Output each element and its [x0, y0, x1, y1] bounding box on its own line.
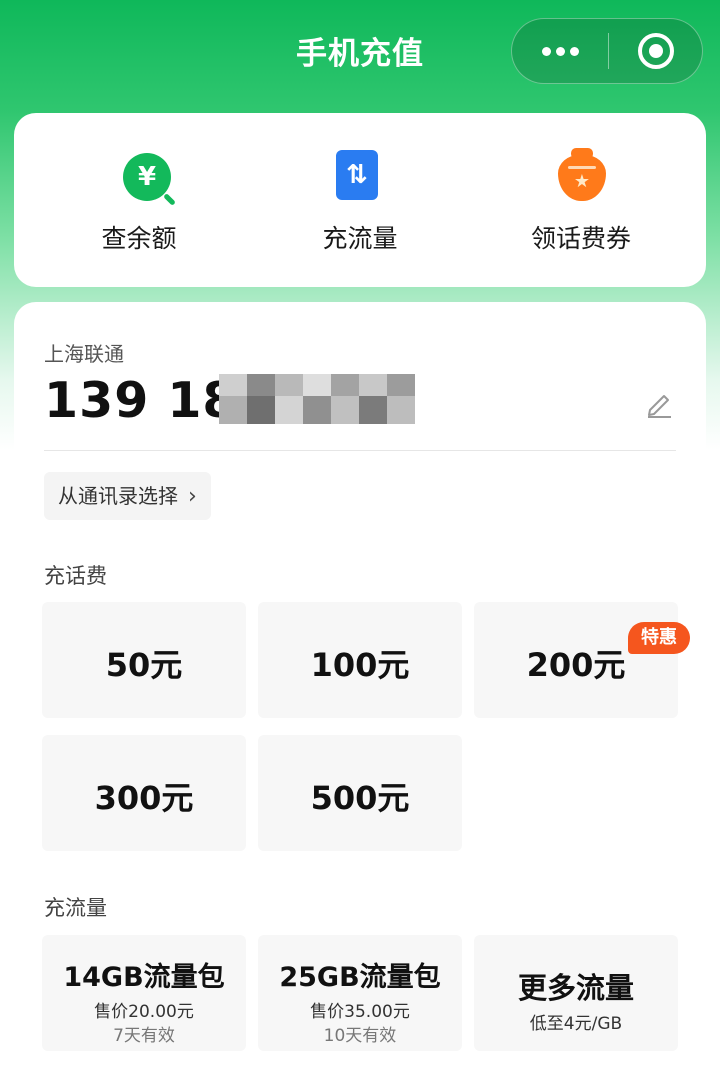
special-offer-badge: 特惠 [628, 622, 690, 654]
recharge-card: 上海联通 139 18 从通讯录选择 › 充话费 50元 100元 200元 30… [14, 302, 706, 1069]
phone-underline [44, 450, 676, 451]
contacts-label: 从通讯录选择 [58, 484, 178, 508]
amount-option-50[interactable]: 50元 [42, 602, 246, 718]
mini-program-capsule [511, 18, 703, 84]
data-package-25gb[interactable]: 25GB流量包 售价35.00元 10天有效 [258, 935, 462, 1051]
pencil-icon[interactable] [644, 388, 674, 418]
more-data-button[interactable]: 更多流量 低至4元/GB [474, 935, 678, 1051]
recharge-data-button[interactable]: ⇅ 充流量 [245, 113, 475, 287]
close-button[interactable] [609, 19, 703, 83]
check-balance-label: 查余额 [101, 224, 177, 253]
more-dots-icon [542, 47, 551, 56]
amount-option-100[interactable]: 100元 [258, 602, 462, 718]
amount-option-300[interactable]: 300元 [42, 735, 246, 851]
data-transfer-icon: ⇅ [336, 150, 378, 200]
get-coupon-button[interactable]: ★ 领话费券 [466, 113, 696, 287]
nav-bar: 手机充值 [0, 0, 720, 110]
chevron-right-icon: › [188, 484, 197, 509]
phone-number-input[interactable]: 139 18 [44, 372, 238, 429]
quick-actions-card: ¥ 查余额 ⇅ 充流量 ★ 领话费券 [14, 113, 706, 287]
get-coupon-label: 领话费券 [530, 224, 631, 253]
amount-option-200[interactable]: 200元 [474, 602, 678, 718]
more-button[interactable] [512, 19, 608, 83]
topup-section-title: 充话费 [44, 564, 107, 588]
carrier-name: 上海联通 [44, 342, 124, 366]
data-section-title: 充流量 [44, 896, 107, 920]
data-package-14gb[interactable]: 14GB流量包 售价20.00元 7天有效 [42, 935, 246, 1051]
mini-program-close-icon [638, 33, 674, 69]
coupon-bag-icon: ★ [558, 148, 606, 201]
redacted-number-mosaic [219, 370, 429, 428]
check-balance-button[interactable]: ¥ 查余额 [24, 113, 254, 287]
recharge-data-label: 充流量 [322, 224, 398, 253]
yuan-search-icon: ¥ [123, 153, 171, 201]
amount-option-500[interactable]: 500元 [258, 735, 462, 851]
choose-from-contacts-button[interactable]: 从通讯录选择 › [44, 472, 211, 520]
